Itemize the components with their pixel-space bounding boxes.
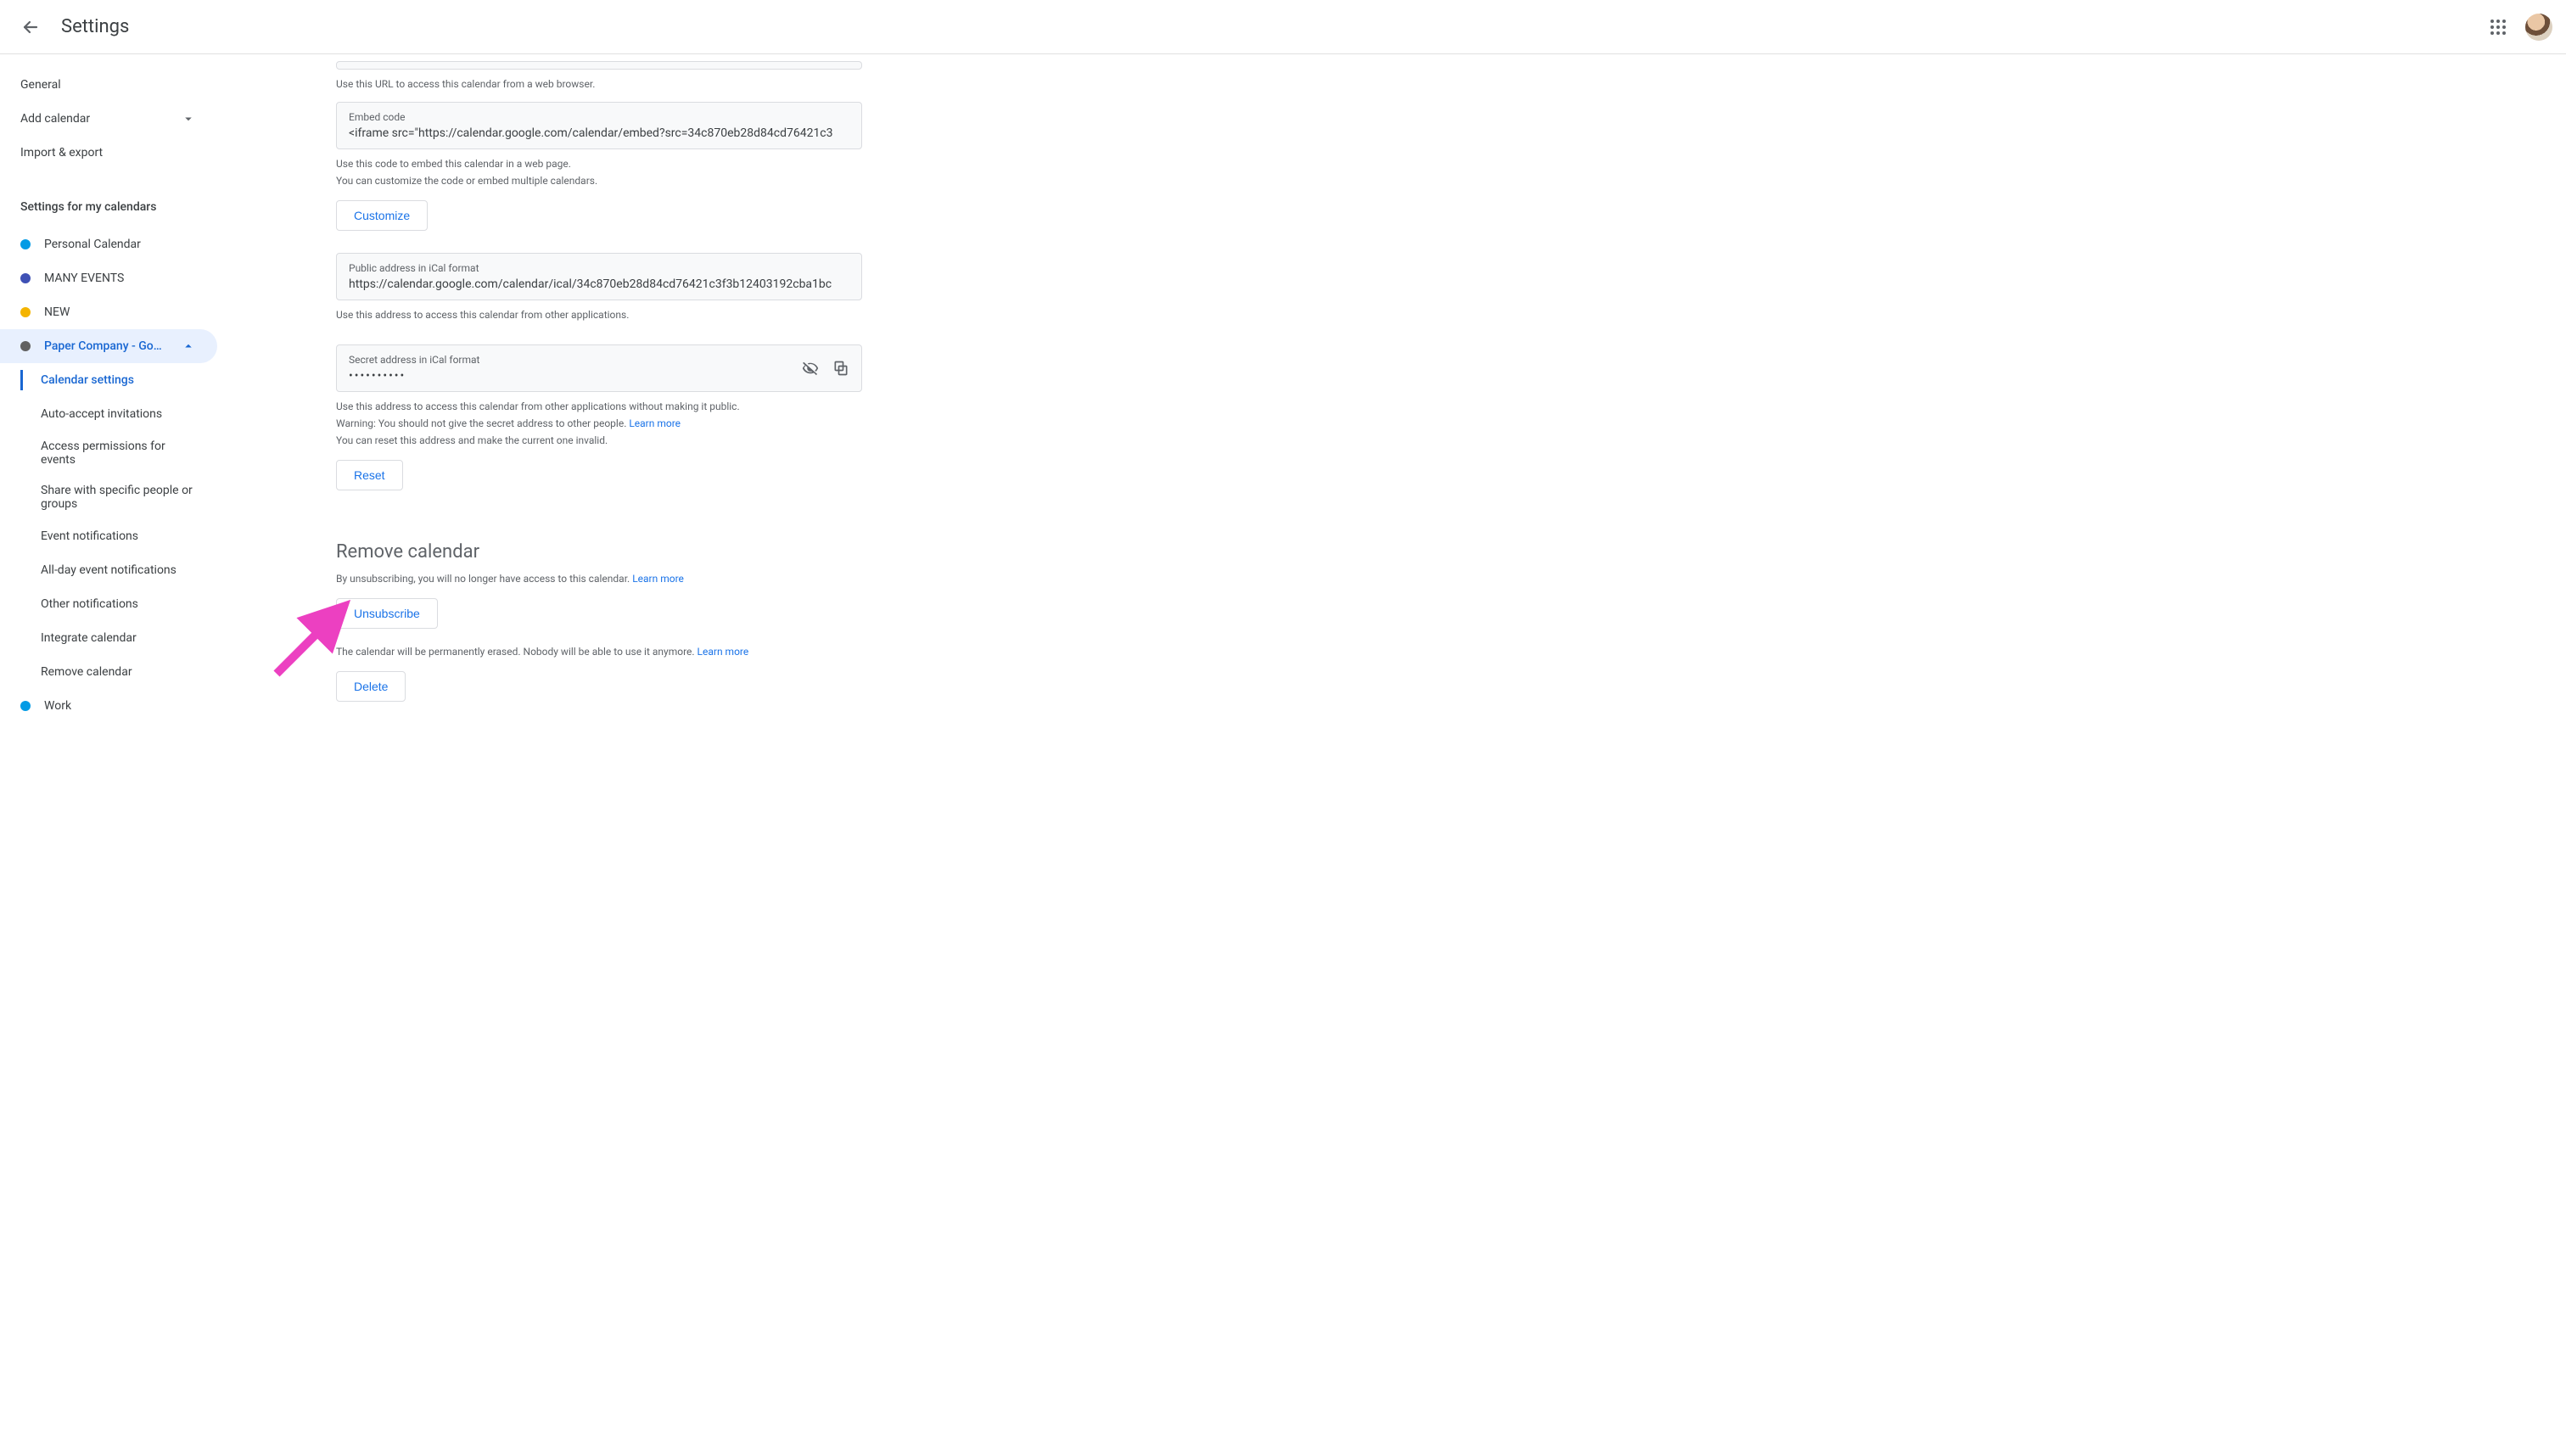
nav-label: Add calendar	[20, 112, 90, 126]
subnav-integrate-calendar[interactable]: Integrate calendar	[0, 621, 217, 655]
calendar-color-dot	[20, 273, 31, 283]
nav-general[interactable]: General	[0, 68, 217, 102]
account-avatar[interactable]	[2525, 14, 2552, 41]
embed-hint-1: Use this code to embed this calendar in …	[336, 156, 862, 171]
subnav-auto-accept[interactable]: Auto-accept invitations	[0, 397, 217, 431]
unsubscribe-hint-line: By unsubscribing, you will no longer hav…	[336, 571, 862, 586]
unsubscribe-button[interactable]: Unsubscribe	[336, 598, 438, 629]
copy-button[interactable]	[827, 355, 854, 382]
subnav-remove-calendar[interactable]: Remove calendar	[0, 655, 217, 689]
visibility-off-button[interactable]	[797, 355, 824, 382]
sidebar-item-label: NEW	[44, 305, 197, 319]
header-right	[2481, 10, 2552, 44]
sidebar-section-header: Settings for my calendars	[0, 187, 217, 227]
chevron-down-icon	[180, 110, 197, 127]
sidebar-item-label: Integrate calendar	[41, 631, 137, 645]
sidebar-calendar-personal[interactable]: Personal Calendar	[0, 227, 217, 261]
sidebar-item-label: Event notifications	[41, 529, 138, 543]
reset-button[interactable]: Reset	[336, 460, 403, 490]
calendar-color-dot	[20, 307, 31, 317]
unsubscribe-hint-text: By unsubscribing, you will no longer hav…	[336, 573, 632, 585]
field-value: ••••••••••	[349, 369, 849, 383]
ical-hint: Use this address to access this calendar…	[336, 307, 862, 322]
back-button[interactable]	[14, 10, 48, 44]
sidebar-item-label: Remove calendar	[41, 665, 132, 679]
chevron-up-icon	[180, 338, 197, 355]
sidebar-sublist: Calendar settings Auto-accept invitation…	[0, 363, 217, 689]
sidebar-item-label: All-day event notifications	[41, 563, 176, 577]
public-url-hint: Use this URL to access this calendar fro…	[336, 76, 862, 92]
delete-learn-more-link[interactable]: Learn more	[698, 646, 749, 658]
sidebar-item-label: Personal Calendar	[44, 238, 197, 251]
sidebar-item-label: Access permissions for events	[41, 440, 197, 467]
sidebar-calendar-new[interactable]: NEW	[0, 295, 217, 329]
sidebar-item-label: Calendar settings	[41, 373, 134, 387]
secret-hint-1: Use this address to access this calendar…	[336, 399, 862, 414]
google-apps-button[interactable]	[2481, 10, 2515, 44]
ical-public-field[interactable]: Public address in iCal format https://ca…	[336, 253, 862, 300]
secret-hint-2: You can reset this address and make the …	[336, 433, 862, 448]
subnav-share[interactable]: Share with specific people or groups	[0, 475, 217, 519]
field-label: Secret address in iCal format	[349, 354, 849, 366]
page-title: Settings	[61, 16, 129, 37]
copy-icon	[832, 360, 849, 377]
nav-add-calendar[interactable]: Add calendar	[0, 102, 217, 136]
secret-warning-text: Warning: You should not give the secret …	[336, 417, 629, 429]
sidebar-calendar-paper-company[interactable]: Paper Company - Goo…	[0, 329, 217, 363]
delete-hint-text: The calendar will be permanently erased.…	[336, 646, 698, 658]
ical-secret-field[interactable]: Secret address in iCal format ••••••••••	[336, 344, 862, 392]
public-url-field-partial	[336, 61, 862, 70]
embed-code-field[interactable]: Embed code <iframe src="https://calendar…	[336, 102, 862, 149]
sidebar-calendar-work[interactable]: Work	[0, 689, 217, 723]
calendar-color-dot	[20, 341, 31, 351]
sidebar-item-label: MANY EVENTS	[44, 272, 197, 285]
unsubscribe-learn-more-link[interactable]: Learn more	[632, 573, 684, 585]
customize-button[interactable]: Customize	[336, 200, 428, 231]
sidebar-item-label: Paper Company - Goo…	[44, 339, 166, 353]
field-actions	[797, 355, 854, 382]
sidebar-item-label: Other notifications	[41, 597, 138, 611]
arrow-left-icon	[20, 17, 41, 37]
subnav-access-permissions[interactable]: Access permissions for events	[0, 431, 217, 475]
app-header: Settings	[0, 0, 2566, 54]
subnav-calendar-settings[interactable]: Calendar settings	[0, 363, 217, 397]
sidebar-item-label: Share with specific people or groups	[41, 484, 197, 511]
sidebar-item-label: Auto-accept invitations	[41, 407, 162, 421]
field-label: Public address in iCal format	[349, 262, 849, 274]
subnav-other-notifications[interactable]: Other notifications	[0, 587, 217, 621]
field-value: https://calendar.google.com/calendar/ica…	[349, 277, 849, 291]
main-content: Use this URL to access this calendar fro…	[336, 54, 862, 742]
subnav-event-notifications[interactable]: Event notifications	[0, 519, 217, 553]
sidebar-item-label: Work	[44, 699, 197, 713]
calendar-color-dot	[20, 701, 31, 711]
nav-import-export[interactable]: Import & export	[0, 136, 217, 170]
subnav-all-day-notifications[interactable]: All-day event notifications	[0, 553, 217, 587]
delete-button[interactable]: Delete	[336, 671, 406, 702]
nav-label: General	[20, 78, 61, 92]
secret-learn-more-link[interactable]: Learn more	[629, 417, 681, 429]
secret-warning-line: Warning: You should not give the secret …	[336, 416, 862, 431]
sidebar-calendar-many-events[interactable]: MANY EVENTS	[0, 261, 217, 295]
header-left: Settings	[14, 10, 129, 44]
calendar-color-dot	[20, 239, 31, 249]
delete-hint-line: The calendar will be permanently erased.…	[336, 644, 862, 659]
content-scroll-area[interactable]: Use this URL to access this calendar fro…	[217, 54, 2566, 1456]
visibility-off-icon	[802, 360, 819, 377]
field-label: Embed code	[349, 111, 849, 123]
embed-hint-2: You can customize the code or embed mult…	[336, 173, 862, 188]
field-value: <iframe src="https://calendar.google.com…	[349, 126, 849, 140]
sidebar: General Add calendar Import & export Set…	[0, 54, 217, 1456]
remove-calendar-heading: Remove calendar	[336, 541, 862, 563]
app-body: General Add calendar Import & export Set…	[0, 54, 2566, 1456]
nav-label: Import & export	[20, 146, 103, 160]
